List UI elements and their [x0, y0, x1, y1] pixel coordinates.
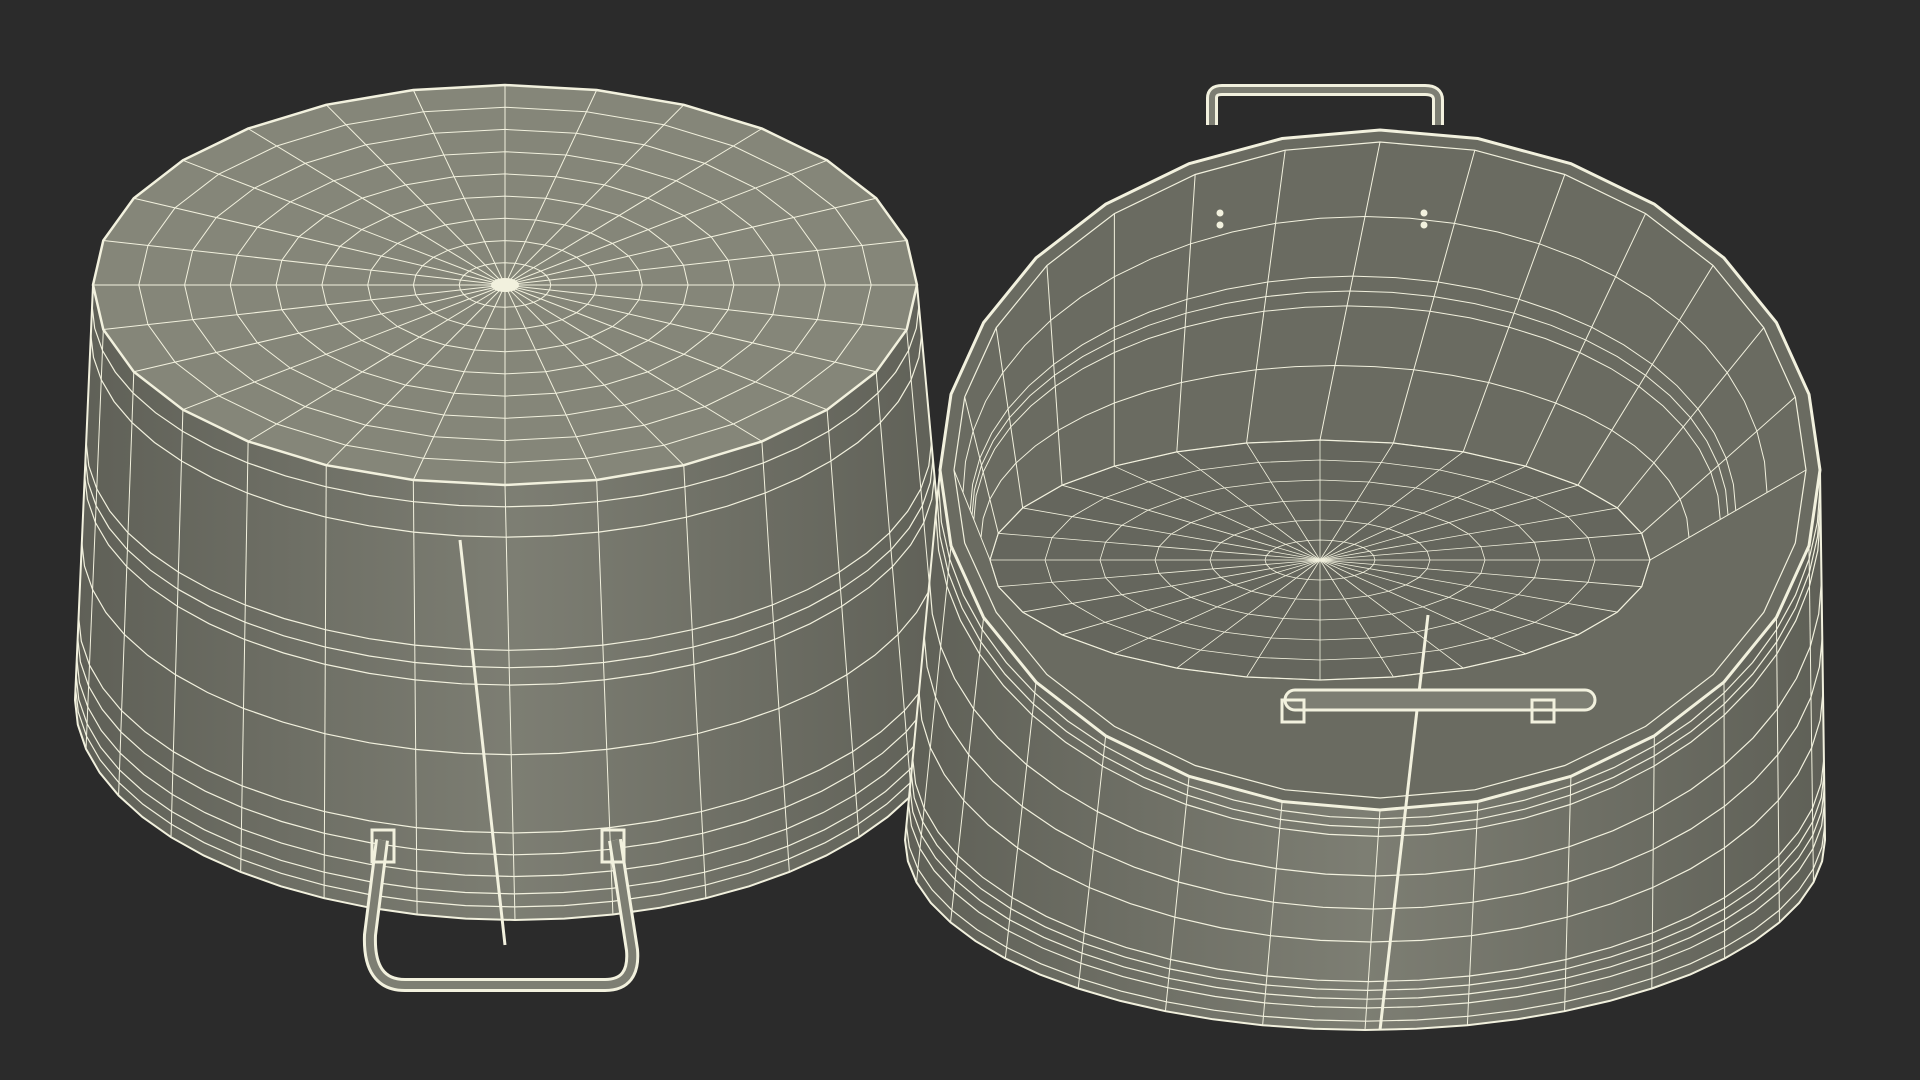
bottom-disc-center	[491, 278, 519, 292]
basin-bottom-view	[73, 83, 957, 992]
back-handle	[1206, 84, 1444, 125]
basin-top-view	[903, 84, 1827, 1032]
wireframe-render-canvas	[73, 83, 1827, 1032]
